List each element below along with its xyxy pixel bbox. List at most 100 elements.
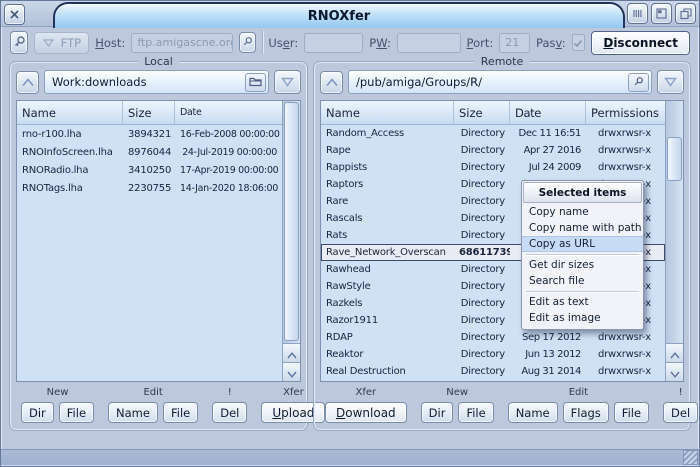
pw-input[interactable] xyxy=(397,33,461,53)
remote-scrollbar[interactable] xyxy=(665,101,683,381)
port-input[interactable]: 21 xyxy=(499,33,530,53)
local-scroll-up-button[interactable] xyxy=(283,343,300,362)
user-input[interactable] xyxy=(304,33,363,53)
remote-cell-name: Raptors xyxy=(321,179,454,190)
menu-item-edit-as-text[interactable]: Edit as text xyxy=(522,294,643,310)
remote-scrollbar-thumb[interactable] xyxy=(667,137,682,181)
local-scroll-down-button[interactable] xyxy=(283,362,300,381)
zoom-button[interactable] xyxy=(651,3,672,24)
menu-item-edit-as-image[interactable]: Edit as image xyxy=(522,310,643,326)
local-column-header-size[interactable]: Size xyxy=(123,101,175,124)
remote-cell-size: 68611739 xyxy=(454,247,510,258)
local-file-row-rnoradio-lha[interactable]: RNORadio.lha341025017-Apr-2019 00:00:00 xyxy=(17,161,282,179)
local-path-history-button[interactable] xyxy=(274,70,301,94)
remote-edit-file-button[interactable]: File xyxy=(614,402,649,423)
local-column-header-date[interactable]: Date xyxy=(175,101,282,124)
remote-cell-size: Directory xyxy=(454,213,510,224)
remote-scroll-down-button[interactable] xyxy=(666,362,683,381)
local-scrollbar-track[interactable] xyxy=(283,101,300,343)
remote-group-new: NewDirFile xyxy=(416,387,499,423)
local-path-field[interactable]: Work:downloads xyxy=(44,70,269,94)
close-button[interactable] xyxy=(4,4,25,25)
menu-item-search-file[interactable]: Search file xyxy=(522,273,643,289)
disconnect-button[interactable]: Disconnect xyxy=(591,31,690,55)
menu-item-copy-name[interactable]: Copy name xyxy=(522,204,643,220)
remote-column-header-name[interactable]: Name xyxy=(321,101,454,124)
local-folder-button[interactable] xyxy=(245,73,266,92)
remote-file-row-rappists[interactable]: RappistsDirectoryJul 24 2009drwxrwsr-x xyxy=(321,159,665,176)
group-label: ! xyxy=(228,387,232,398)
resize-grip[interactable] xyxy=(683,450,698,465)
remote-cell-size: Directory xyxy=(454,145,510,156)
menu-item-copy-name-with-path[interactable]: Copy name with path xyxy=(522,220,643,236)
local-edit-name-button[interactable]: Name xyxy=(108,402,158,423)
remote-new-file-button[interactable]: File xyxy=(458,402,493,423)
local-cell-date: 14-Jan-2020 18:06:00 xyxy=(175,183,282,194)
remote-path-value: /pub/amiga/Groups/R/ xyxy=(356,75,628,89)
local-file-row-rnoinfoscreen-lha[interactable]: RNOInfoScreen.lha897604424-Jul-2019 00:0… xyxy=(17,143,282,161)
menu-item-get-dir-sizes[interactable]: Get dir sizes xyxy=(522,257,643,273)
remote-new-dir-button[interactable]: Dir xyxy=(421,402,454,423)
rnoxfer-window: RNOXfer xyxy=(0,0,700,467)
menu-item-copy-as-url[interactable]: Copy as URL xyxy=(522,236,643,252)
host-input[interactable]: ftp.amigascne.org xyxy=(131,33,232,53)
group-label: Xfer xyxy=(356,387,377,398)
chevron-down-icon xyxy=(281,75,294,90)
local-edit-file-button[interactable]: File xyxy=(163,402,198,423)
remote-edit-flags-button[interactable]: Flags xyxy=(563,402,609,423)
depth-button[interactable] xyxy=(675,3,696,24)
local-group-new: NewDirFile xyxy=(16,387,99,423)
remote-cell-date: Jul 24 2009 xyxy=(510,162,586,173)
titlebar[interactable]: RNOXfer xyxy=(1,1,699,27)
remote-cell-name: Rascals xyxy=(321,213,454,224)
local-group-: ! Del xyxy=(207,387,252,423)
remote-edit-name-button[interactable]: Name xyxy=(508,402,558,423)
local-column-header-name[interactable]: Name xyxy=(17,101,123,124)
remote-file-row-random-access[interactable]: Random_AccessDirectoryDec 11 16:51drwxrw… xyxy=(321,125,665,142)
remote-path-history-button[interactable] xyxy=(657,70,684,94)
local-scrollbar[interactable] xyxy=(282,101,300,381)
iconify-button[interactable] xyxy=(627,3,648,24)
arrow-down-icon xyxy=(670,363,680,382)
remote-cell-size: Directory xyxy=(454,196,510,207)
remote-cell-size: Directory xyxy=(454,230,510,241)
local-path-value: Work:downloads xyxy=(52,75,245,89)
remote-cell-name: Real Destruction xyxy=(321,366,454,377)
remote--del-button[interactable]: Del xyxy=(663,402,698,423)
toolbar-separator xyxy=(262,31,263,54)
local-cell-date: 17-Apr-2019 00:00:00 xyxy=(175,165,282,176)
remote-scroll-up-button[interactable] xyxy=(666,343,683,362)
local-parent-dir-button[interactable] xyxy=(16,71,39,94)
remote-xfer-download-button[interactable]: Download xyxy=(325,402,407,423)
remote-path-field[interactable]: /pub/amiga/Groups/R/ xyxy=(348,70,652,94)
remote-column-header-date[interactable]: Date xyxy=(510,101,586,124)
group-label: Edit xyxy=(143,387,162,398)
remote-file-row-reaktor[interactable]: ReaktorDirectoryJun 13 2012drwxrwsr-x xyxy=(321,346,665,363)
local-cell-name: RNORadio.lha xyxy=(17,165,123,176)
local-file-row-rno-r100-lha[interactable]: rno-r100.lha389432116-Feb-2008 00:00:00 xyxy=(17,125,282,143)
host-search-button[interactable] xyxy=(239,32,256,53)
remote-scrollbar-track[interactable] xyxy=(666,101,683,343)
folder-icon xyxy=(249,75,262,90)
remote-search-button[interactable] xyxy=(628,73,649,92)
local-file-row-rnotags-lha[interactable]: RNOTags.lha223075514-Jan-2020 18:06:00 xyxy=(17,179,282,197)
remote-cell-name: Random_Access xyxy=(321,128,454,139)
remote-cell-date: Apr 27 2016 xyxy=(510,145,586,156)
remote-cell-perm: drwxrwsr-x xyxy=(586,332,665,343)
remote-file-row-real-destruction[interactable]: Real DestructionDirectoryAug 31 2014drwx… xyxy=(321,363,665,380)
local--del-button[interactable]: Del xyxy=(212,402,247,423)
search-icon xyxy=(242,35,253,50)
protocol-cycle[interactable]: FTP xyxy=(34,32,89,54)
menu-separator xyxy=(526,254,639,255)
remote-column-header-size[interactable]: Size xyxy=(454,101,510,124)
local-new-file-button[interactable]: File xyxy=(59,402,94,423)
remote-column-header-permissions[interactable]: Permissions xyxy=(586,101,665,124)
local-new-dir-button[interactable]: Dir xyxy=(21,402,54,423)
remote-file-row-rape[interactable]: RapeDirectoryApr 27 2016drwxrwsr-x xyxy=(321,142,665,159)
window-bottom-border xyxy=(1,449,699,466)
local-scrollbar-thumb[interactable] xyxy=(284,102,299,341)
pasv-checkbox[interactable] xyxy=(572,34,586,51)
connection-list-button[interactable] xyxy=(10,31,28,54)
remote-parent-dir-button[interactable] xyxy=(320,71,343,94)
remote-file-row-rdap[interactable]: RDAPDirectorySep 17 2012drwxrwsr-x xyxy=(321,329,665,346)
